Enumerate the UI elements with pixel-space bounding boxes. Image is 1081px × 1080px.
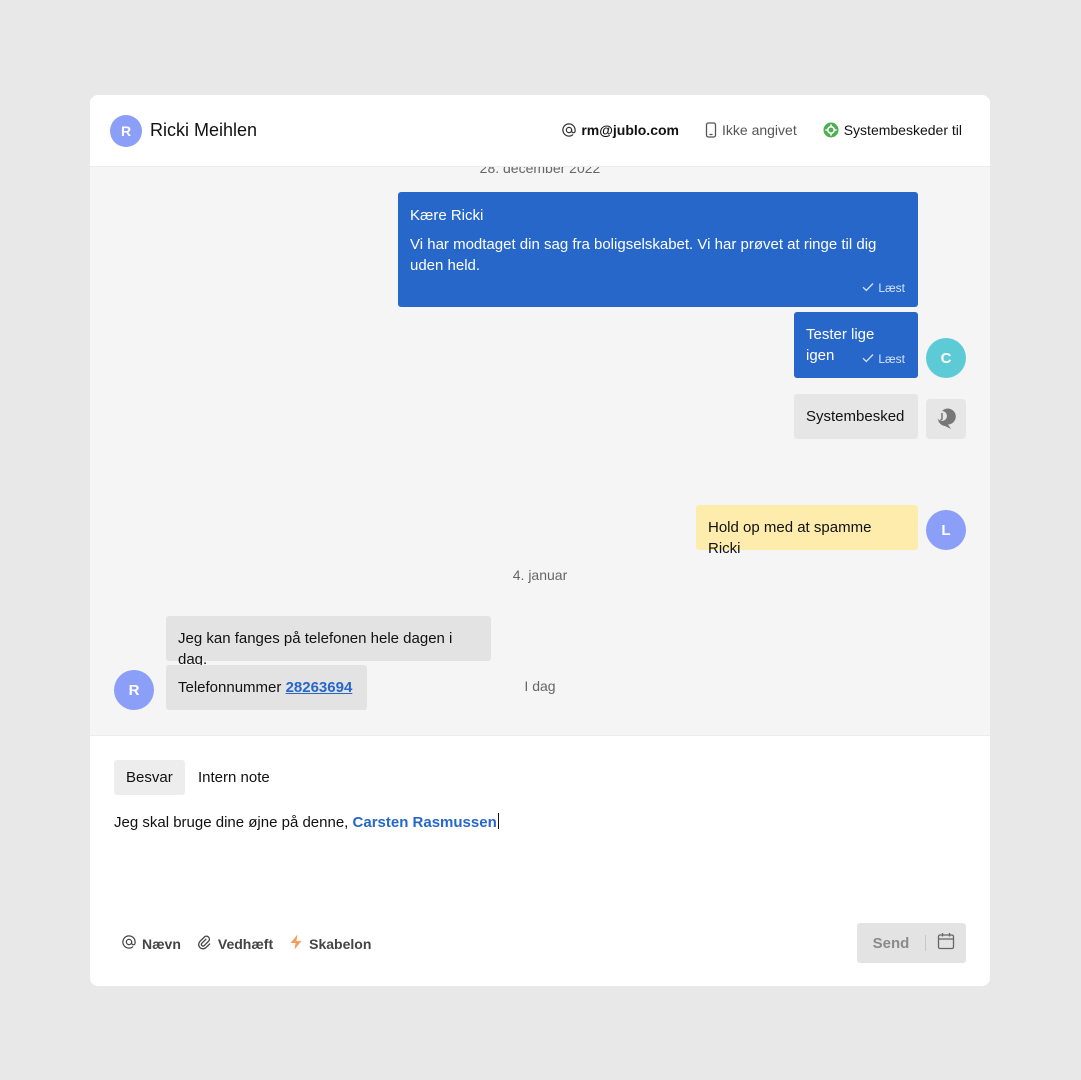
message-text: Telefonnummer	[178, 679, 282, 696]
lightning-icon	[289, 934, 303, 954]
message-text: Vi har modtaget din sag fra boligselskab…	[410, 236, 877, 274]
message-thread[interactable]: 28. december 2022 Kære Ricki Vi har modt…	[90, 167, 990, 735]
date-separator: 28. december 2022	[479, 167, 601, 176]
tab-besvar[interactable]: Besvar	[114, 760, 185, 795]
contact-meta: rm@jublo.com Ikke angivet Systembeskeder…	[562, 121, 962, 139]
attach-button[interactable]: Vedhæft	[197, 934, 273, 954]
read-receipt: Læst	[862, 281, 905, 295]
contact-avatar[interactable]: R	[110, 115, 142, 147]
system-messages-toggle[interactable]: Systembeskeder til	[823, 121, 962, 139]
template-button[interactable]: Skabelon	[289, 934, 371, 954]
gear-check-icon	[823, 122, 839, 138]
mention-tag[interactable]: Carsten Rasmussen	[353, 814, 497, 831]
conversation-card: R Ricki Meihlen rm@jublo.com Ikke angive…	[90, 95, 990, 986]
send-button[interactable]: Send	[857, 935, 925, 952]
mention-label: Nævn	[142, 936, 181, 952]
template-label: Skabelon	[309, 936, 372, 952]
system-message-bubble[interactable]: Systembesked	[794, 394, 918, 439]
checkmark-icon	[862, 352, 874, 366]
checkmark-icon	[862, 281, 874, 295]
paperclip-icon	[197, 935, 212, 954]
message-text: Hold op med at spamme Ricki	[708, 519, 872, 557]
message-bubble-outgoing[interactable]: Kære Ricki Vi har modtaget din sag fra b…	[398, 192, 918, 307]
read-status: Læst	[878, 352, 905, 366]
phone-link[interactable]: 28263694	[286, 679, 353, 696]
conversation-header: R Ricki Meihlen rm@jublo.com Ikke angive…	[90, 95, 990, 167]
read-status: Læst	[878, 281, 905, 295]
contact-email[interactable]: rm@jublo.com	[562, 121, 679, 139]
message-bubble-incoming[interactable]: Telefonnummer 28263694	[166, 665, 367, 710]
jublo-logo-icon: J	[926, 399, 966, 439]
reply-composer: Besvar Intern note Jeg skal bruge dine ø…	[90, 735, 990, 986]
send-button-group: Send	[857, 923, 966, 963]
email-text: rm@jublo.com	[581, 122, 679, 138]
reply-input[interactable]: Jeg skal bruge dine øjne på denne, Carst…	[114, 813, 499, 833]
mention-button[interactable]: Nævn	[122, 934, 181, 954]
agent-avatar-c[interactable]: C	[926, 338, 966, 378]
at-icon	[122, 935, 136, 953]
message-bubble-outgoing[interactable]: Tester lige igen Læst	[794, 312, 918, 378]
at-icon	[562, 123, 577, 137]
svg-text:J: J	[940, 412, 944, 421]
agent-avatar-l[interactable]: L	[926, 510, 966, 550]
message-title: Kære Ricki	[410, 207, 484, 224]
system-messages-text: Systembeskeder til	[843, 122, 962, 138]
message-text: Systembesked	[806, 408, 905, 425]
tab-intern-note[interactable]: Intern note	[186, 760, 282, 795]
date-separator: 4. januar	[512, 567, 568, 583]
composer-toolbar: Nævn Vedhæft Skabelon	[122, 934, 371, 954]
internal-note-bubble[interactable]: Hold op med at spamme Ricki	[696, 505, 918, 557]
read-receipt: Læst	[862, 352, 905, 366]
mobile-phone-icon	[705, 122, 717, 138]
schedule-send-button[interactable]	[926, 932, 966, 955]
calendar-icon	[937, 932, 955, 955]
message-text: Jeg kan fanges på telefonen hele dagen i…	[178, 630, 453, 668]
phone-text: Ikke angivet	[722, 122, 797, 138]
reply-text: Jeg skal bruge dine øjne på denne,	[114, 814, 349, 831]
contact-name: Ricki Meihlen	[150, 120, 258, 140]
attach-label: Vedhæft	[217, 936, 274, 952]
contact-phone[interactable]: Ikke angivet	[705, 121, 797, 139]
text-caret	[497, 813, 499, 829]
message-bubble-incoming[interactable]: Jeg kan fanges på telefonen hele dagen i…	[166, 616, 491, 668]
contact-avatar-r[interactable]: R	[114, 670, 154, 710]
